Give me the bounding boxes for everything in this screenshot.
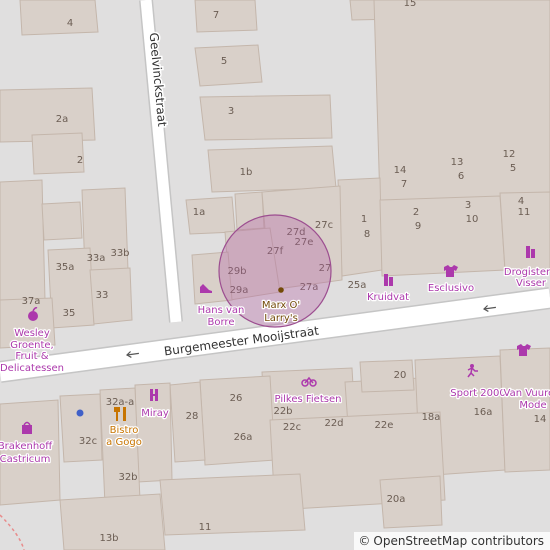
house-number: 7 [401, 179, 407, 190]
poi-label[interactable]: Esclusivo [427, 282, 476, 296]
house-number: 7 [213, 10, 219, 21]
house-number: 9 [415, 221, 421, 232]
marker-dot-icon [76, 409, 84, 417]
house-number: 22c [283, 422, 301, 433]
house-number: 3 [228, 106, 234, 117]
house-number: 20 [394, 370, 407, 381]
house-number: 12 [503, 149, 516, 160]
house-number: 33 [96, 290, 109, 301]
house-number: 4 [518, 196, 524, 207]
house-number: 14 [534, 414, 547, 425]
house-number: 18a [422, 412, 441, 423]
house-number: 13b [99, 533, 118, 544]
house-number: 2 [413, 207, 419, 218]
poi-label[interactable]: Kruidvat [366, 291, 411, 305]
house-number: 3 [465, 200, 471, 211]
house-number: 11 [518, 207, 531, 218]
house-number: 2a [56, 114, 69, 125]
house-number: 15 [404, 0, 417, 9]
attribution-link[interactable]: OpenStreetMap contributors [373, 534, 544, 548]
house-number: 35a [56, 262, 75, 273]
copyright-symbol: © [358, 534, 371, 548]
house-number: 5 [221, 56, 227, 67]
house-number: 8 [364, 229, 370, 240]
house-number: 32c [79, 436, 97, 447]
house-number: 10 [466, 214, 479, 225]
poi-label[interactable]: Pilkes Fietsen [273, 393, 342, 407]
house-number: 22e [375, 420, 394, 431]
map-canvas[interactable]: Geelvinckstraat Burgemeester Mooijstraat… [0, 0, 550, 550]
poi-label[interactable]: Miray [140, 407, 170, 421]
house-number: 11 [199, 522, 212, 533]
house-number: 27c [315, 220, 333, 231]
house-number: 20a [387, 494, 406, 505]
house-number: 1 [361, 214, 367, 225]
house-number: 14 [394, 165, 407, 176]
house-number: 32b [118, 472, 137, 483]
house-number: 4 [67, 18, 73, 29]
house-number: 22b [273, 406, 292, 417]
house-number: 28 [186, 411, 199, 422]
pub-dot-icon [278, 287, 284, 293]
house-number: 16a [474, 407, 493, 418]
house-number: 22d [324, 418, 343, 429]
house-number: 33b [110, 248, 129, 259]
house-number: 25a [348, 280, 367, 291]
house-number: 1b [240, 167, 253, 178]
house-number: 26 [230, 393, 243, 404]
house-number: 5 [510, 163, 516, 174]
house-number: 32a-a [106, 397, 135, 408]
house-number: 13 [451, 157, 464, 168]
house-number: 1a [193, 207, 206, 218]
attribution[interactable]: © OpenStreetMap contributors [354, 532, 550, 550]
house-number: 26a [234, 432, 253, 443]
house-number: 37a [22, 296, 41, 307]
house-number: 33a [87, 253, 106, 264]
house-number: 35 [63, 308, 76, 319]
house-number: 6 [458, 171, 464, 182]
poi-label[interactable]: Sport 2000 [449, 387, 507, 401]
poi-label[interactable]: Bistro a Gogo [105, 424, 143, 450]
house-number: 2 [77, 155, 83, 166]
